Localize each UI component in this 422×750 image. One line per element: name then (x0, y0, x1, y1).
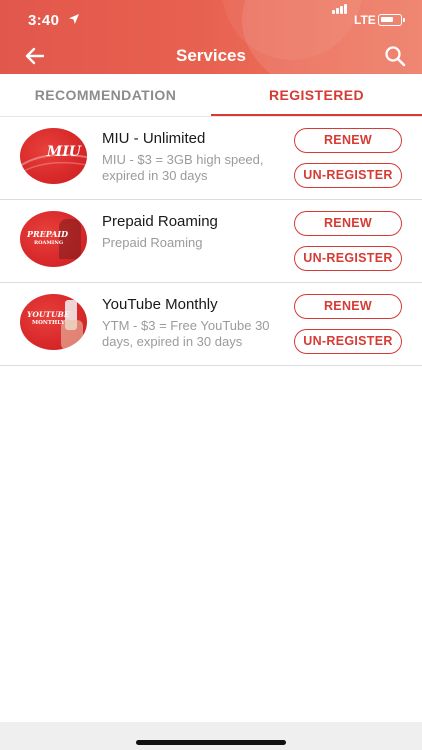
renew-button[interactable]: RENEW (294, 211, 402, 236)
service-name: Prepaid Roaming (102, 213, 218, 230)
service-name: MIU - Unlimited (102, 130, 206, 147)
service-thumbnail-roaming: PREPAID ROAMING (20, 211, 87, 267)
renew-button[interactable]: RENEW (294, 128, 402, 153)
unregister-button[interactable]: UN-REGISTER (294, 246, 402, 271)
thumbnail-sublabel: ROAMING (34, 240, 64, 246)
service-row-miu: MIU MIU - Unlimited MIU - $3 = 3GB high … (0, 117, 422, 200)
service-row-youtube-monthly: YOUTUBE MONTHLY YouTube Monthly YTM - $3… (0, 283, 422, 366)
unregister-button[interactable]: UN-REGISTER (294, 163, 402, 188)
bottom-bar (0, 722, 422, 750)
service-list: MIU MIU - Unlimited MIU - $3 = 3GB high … (0, 117, 422, 366)
status-time: 3:40 (28, 12, 60, 29)
service-name: YouTube Monthly (102, 296, 218, 313)
location-arrow-icon (69, 14, 79, 24)
tab-bar: RECOMMENDATION REGISTERED (0, 74, 422, 116)
page-title: Services (176, 46, 246, 65)
home-indicator[interactable] (136, 740, 286, 745)
network-type: LTE (354, 13, 376, 27)
app-header: 3:40 LTE Services (0, 0, 422, 74)
thumbnail-label: PREPAID (27, 229, 69, 239)
tab-registered[interactable]: REGISTERED (211, 74, 422, 116)
battery-icon (378, 14, 405, 26)
nav-bar: Services (0, 40, 422, 74)
unregister-button[interactable]: UN-REGISTER (294, 329, 402, 354)
renew-button[interactable]: RENEW (294, 294, 402, 319)
service-description: YTM - $3 = Free YouTube 30 days, expired… (102, 318, 270, 349)
service-thumbnail-youtube: YOUTUBE MONTHLY (20, 294, 87, 350)
service-description: Prepaid Roaming (102, 235, 203, 250)
status-bar: 3:40 LTE (0, 0, 422, 40)
service-row-prepaid-roaming: PREPAID ROAMING Prepaid Roaming Prepaid … (0, 200, 422, 283)
thumbnail-sublabel: MONTHLY (32, 320, 65, 326)
search-icon[interactable] (384, 45, 406, 67)
service-thumbnail-miu: MIU (20, 128, 87, 184)
thumbnail-label: YOUTUBE (27, 310, 70, 319)
service-description: MIU - $3 = 3GB high speed, expired in 30… (102, 152, 264, 183)
thumbnail-label: MIU (46, 144, 81, 160)
tab-recommendation[interactable]: RECOMMENDATION (0, 74, 211, 116)
